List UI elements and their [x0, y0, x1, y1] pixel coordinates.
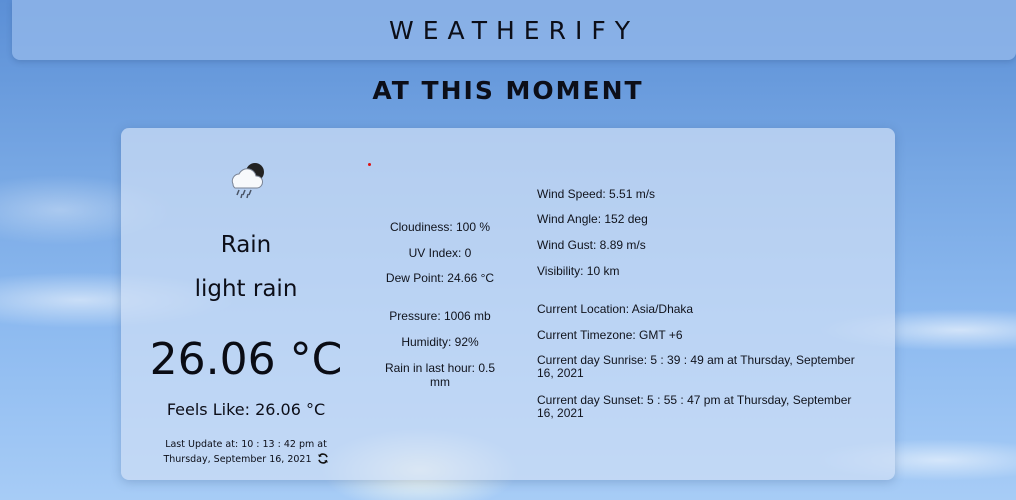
current-location: Current Location: Asia/Dhaka [537, 302, 694, 316]
sunrise: Current day Sunrise: 5 : 39 : 49 am at T… [537, 353, 855, 380]
app-header: WEATHERIFY [12, 0, 1016, 60]
sunset: Current day Sunset: 5 : 55 : 47 pm at Th… [537, 393, 852, 420]
uv-index: UV Index: 0 [408, 246, 472, 260]
feels-like: Feels Like: 26.06 °C [166, 400, 326, 419]
temperature: 26.06 °C [149, 334, 343, 385]
section-title: AT THIS MOMENT [372, 76, 644, 105]
weather-condition: Rain [220, 232, 272, 258]
current-timezone: Current Timezone: GMT +6 [537, 328, 683, 342]
dew-point: Dew Point: 24.66 °C [385, 271, 495, 285]
wind-angle: Wind Angle: 152 deg [537, 212, 648, 226]
weather-card: Rain light rain 26.06 °C Feels Like: 26.… [121, 128, 895, 480]
rain-cloud-moon-icon [231, 163, 264, 199]
humidity: Humidity: 92% [401, 335, 479, 349]
rain-last-hour: Rain in last hour: 0.5 mm [384, 361, 496, 389]
app-title: WEATHERIFY [389, 15, 639, 45]
last-update-text: Last Update at: 10 : 13 : 42 pm at Thurs… [163, 439, 327, 465]
pressure: Pressure: 1006 mb [389, 309, 491, 323]
weather-description: light rain [194, 276, 298, 302]
wind-gust: Wind Gust: 8.89 m/s [537, 238, 646, 252]
last-update: Last Update at: 10 : 13 : 42 pm at Thurs… [151, 437, 341, 467]
current-weather-summary: Rain light rain 26.06 °C Feels Like: 26.… [121, 128, 371, 480]
cloudiness: Cloudiness: 100 % [389, 220, 491, 234]
indicator-dot [368, 163, 371, 166]
wind-speed: Wind Speed: 5.51 m/s [537, 187, 656, 201]
refresh-icon[interactable] [317, 453, 329, 464]
visibility: Visibility: 10 km [537, 264, 620, 278]
